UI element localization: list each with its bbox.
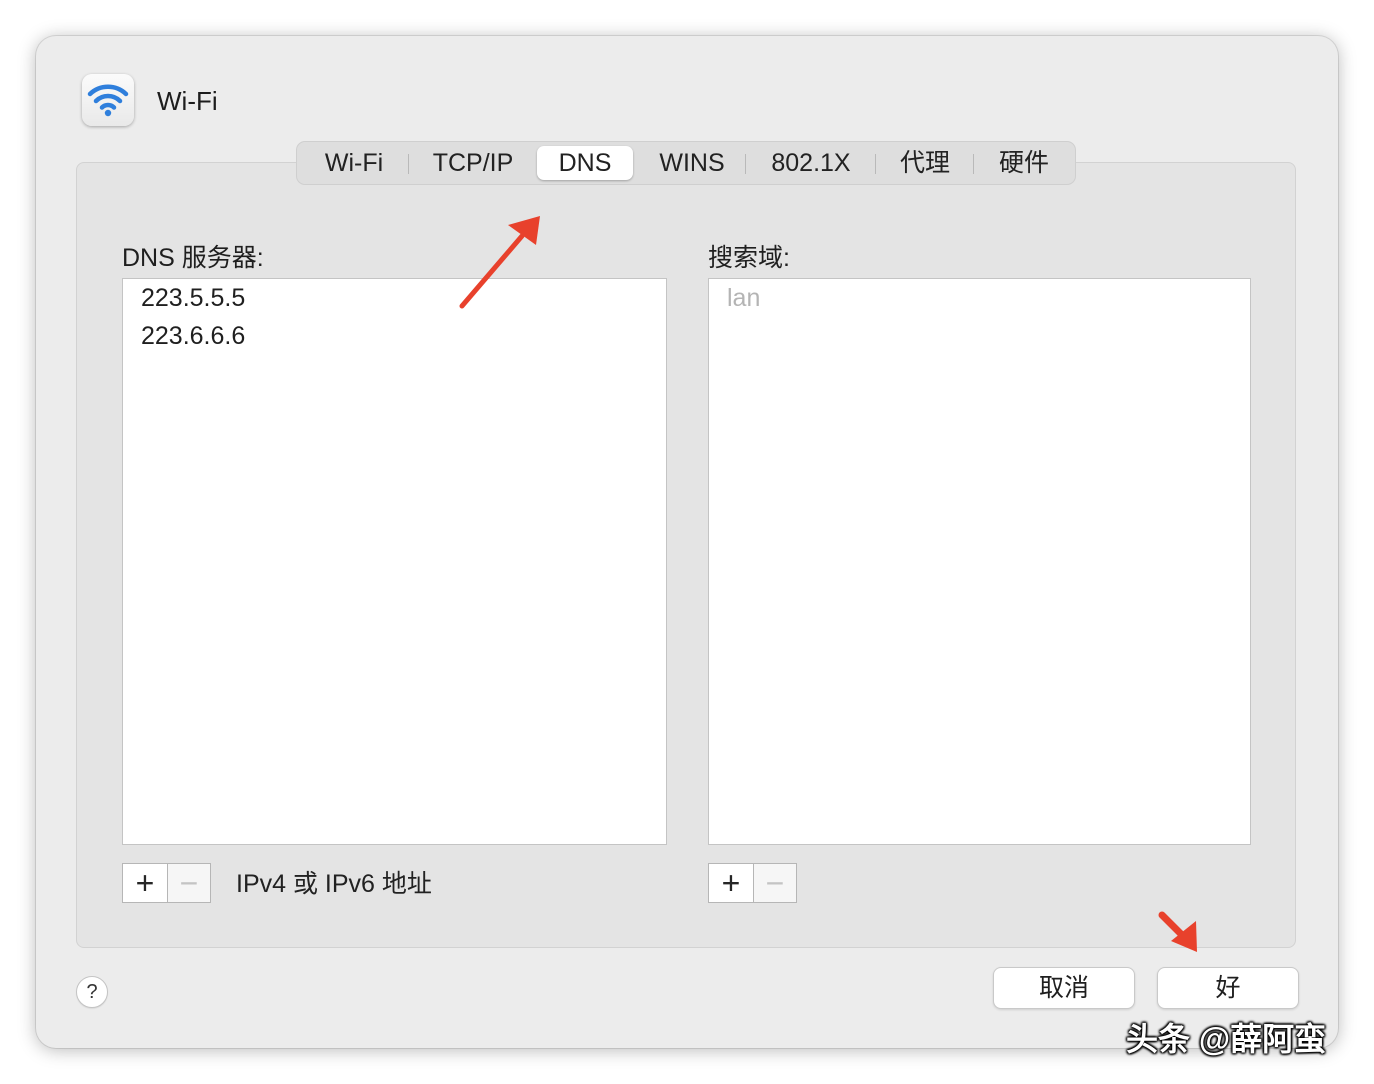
arrow-to-ok-button-icon	[1158, 911, 1197, 952]
watermark: 头条 @薛阿蛮	[1126, 1021, 1327, 1057]
arrow-to-dns-tab-icon	[459, 216, 540, 309]
annotation-arrows	[459, 216, 1197, 952]
